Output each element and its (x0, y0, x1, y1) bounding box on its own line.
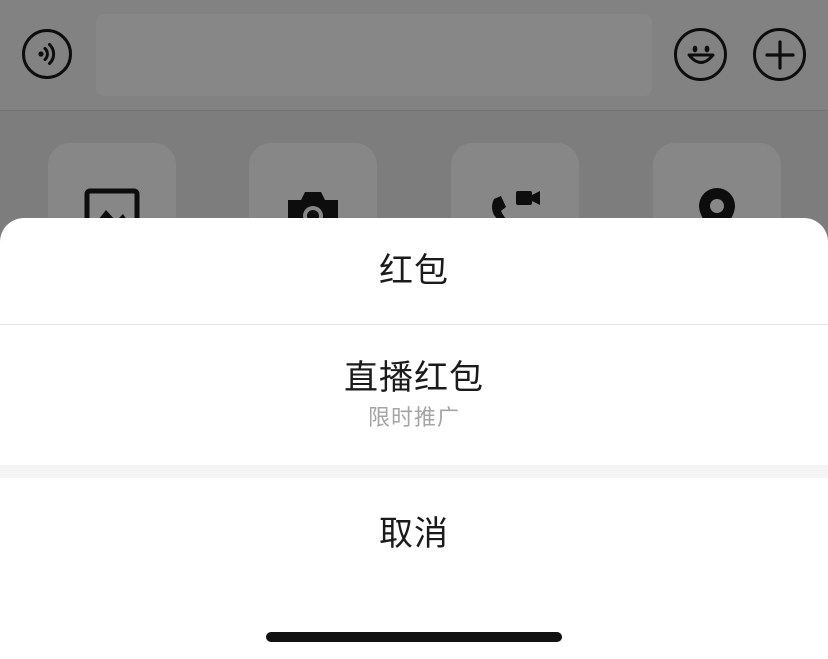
live-red-packet-option[interactable]: 直播红包 限时推广 (0, 325, 828, 465)
home-indicator[interactable] (266, 632, 562, 642)
section-gap (0, 465, 828, 478)
red-packet-label: 红包 (379, 251, 449, 291)
cancel-label: 取消 (379, 514, 449, 554)
action-sheet: 红包 直播红包 限时推广 取消 (0, 218, 828, 659)
red-packet-option[interactable]: 红包 (0, 218, 828, 324)
cancel-button[interactable]: 取消 (0, 478, 828, 590)
live-red-packet-sublabel: 限时推广 (367, 406, 460, 431)
live-red-packet-label: 直播红包 (344, 358, 484, 398)
